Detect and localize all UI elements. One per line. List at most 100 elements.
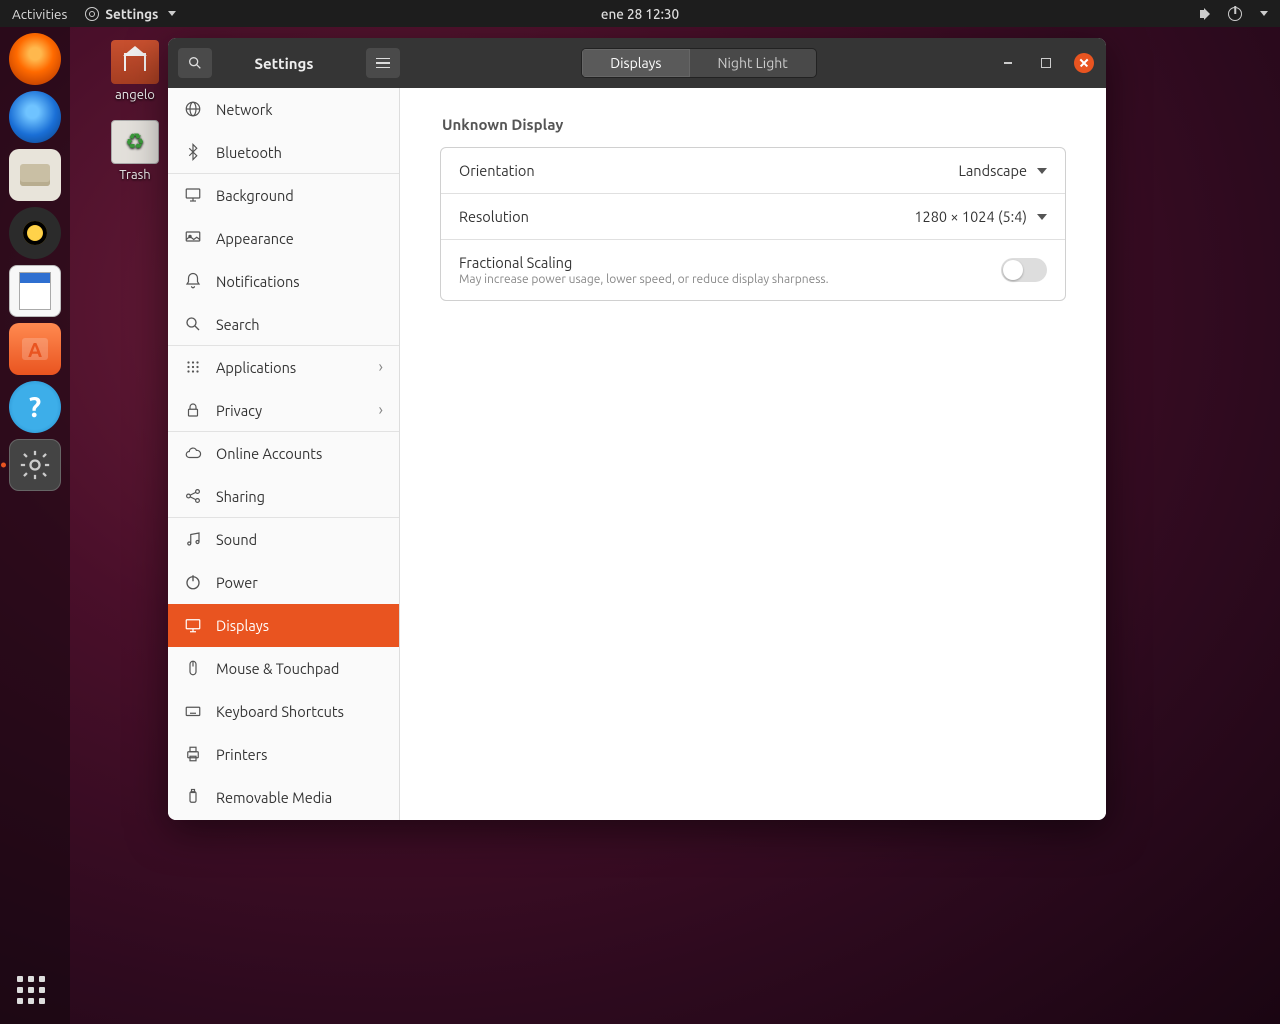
desktop-home-folder[interactable]: angelo [100,40,170,102]
sidebar-item-label: Background [216,187,294,204]
sidebar-item-label: Online Accounts [216,445,322,462]
sidebar-item-sound[interactable]: Sound [168,518,399,561]
sidebar-item-label: Notifications [216,273,300,290]
power-icon[interactable] [1228,7,1242,21]
music-icon [184,530,202,548]
desktop-trash-label: Trash [100,168,170,182]
sidebar-item-mouse[interactable]: Mouse & Touchpad [168,647,399,690]
dock-settings[interactable] [9,439,61,491]
dock-help[interactable] [9,381,61,433]
dock-libreoffice-writer[interactable] [9,265,61,317]
dock-software[interactable] [9,323,61,375]
desktop-home-label: angelo [100,88,170,102]
resolution-label: Resolution [459,208,529,225]
orientation-value: Landscape [958,162,1027,179]
share-icon [184,487,202,505]
chevron-down-icon [1037,214,1047,220]
bell-icon [184,272,202,290]
sidebar-item-privacy[interactable]: Privacy › [168,389,399,432]
top-bar: Activities Settings ene 28 12:30 [0,0,1280,27]
dock-rhythmbox[interactable] [9,207,61,259]
sidebar-item-label: Appearance [216,230,294,247]
fractional-scaling-toggle[interactable] [1001,258,1047,282]
search-icon [187,55,203,71]
gear-icon [18,448,52,482]
globe-icon [184,100,202,118]
dock-firefox[interactable] [9,33,61,85]
display-icon [184,616,202,634]
settings-sidebar: Network Bluetooth Background Appearance Noti… [168,88,400,820]
sidebar-item-label: Privacy [216,402,262,419]
fractional-scaling-sub: May increase power usage, lower speed, o… [459,273,829,286]
close-button[interactable] [1074,53,1094,73]
bluetooth-icon [184,143,202,161]
sidebar-item-background[interactable]: Background [168,174,399,217]
volume-icon[interactable] [1200,8,1214,20]
dock [0,27,70,1024]
power-icon [184,573,202,591]
sidebar-item-sharing[interactable]: Sharing [168,475,399,518]
sidebar-item-bluetooth[interactable]: Bluetooth [168,131,399,174]
sidebar-item-label: Removable Media [216,789,332,806]
search-button[interactable] [178,48,212,78]
keyboard-icon [184,702,202,720]
system-menu-chevron-icon[interactable] [1260,11,1268,16]
sidebar-item-label: Sound [216,531,257,548]
clock[interactable]: ene 28 12:30 [601,6,679,22]
tab-night-light[interactable]: Night Light [690,49,816,77]
tab-displays[interactable]: Displays [582,49,689,77]
trash-icon [111,120,159,164]
grid-icon [184,358,202,376]
app-menu-label: Settings [105,6,158,22]
sidebar-item-label: Keyboard Shortcuts [216,703,344,720]
sidebar-item-keyboard[interactable]: Keyboard Shortcuts [168,690,399,733]
search-icon [184,315,202,333]
app-menu[interactable]: Settings [85,6,176,22]
sidebar-item-label: Search [216,316,260,333]
sidebar-item-label: Displays [216,617,269,634]
window-title: Settings [212,55,356,72]
sidebar-item-search[interactable]: Search [168,303,399,346]
sidebar-item-label: Applications [216,359,296,376]
mouse-icon [184,659,202,677]
orientation-label: Orientation [459,162,535,179]
settings-content: Unknown Display Orientation Landscape Re… [400,88,1106,820]
desktop-trash[interactable]: Trash [100,120,170,182]
sidebar-item-appearance[interactable]: Appearance [168,217,399,260]
chevron-down-icon [1037,168,1047,174]
sidebar-item-printers[interactable]: Printers [168,733,399,776]
hamburger-menu-button[interactable] [366,48,400,78]
sidebar-item-network[interactable]: Network [168,88,399,131]
titlebar[interactable]: Settings Displays Night Light [168,38,1106,88]
chevron-right-icon: › [379,401,384,419]
dock-show-apps[interactable] [17,976,53,1012]
printer-icon [184,745,202,763]
minimize-button[interactable] [998,53,1018,73]
desktop-icon [184,186,202,204]
maximize-button[interactable] [1036,53,1056,73]
dock-files[interactable] [9,149,61,201]
chevron-down-icon [168,11,176,16]
activities-button[interactable]: Activities [12,6,67,22]
resolution-value: 1280 × 1024 (5:4) [914,208,1027,225]
chevron-right-icon: › [379,358,384,376]
sidebar-item-power[interactable]: Power [168,561,399,604]
resolution-row[interactable]: Resolution 1280 × 1024 (5:4) [441,194,1065,240]
sidebar-item-notifications[interactable]: Notifications [168,260,399,303]
fractional-scaling-row: Fractional Scaling May increase power us… [441,240,1065,300]
sidebar-item-label: Bluetooth [216,144,282,161]
sidebar-item-applications[interactable]: Applications › [168,346,399,389]
home-folder-icon [111,40,159,84]
sidebar-item-online[interactable]: Online Accounts [168,432,399,475]
display-panel: Orientation Landscape Resolution 1280 × … [440,147,1066,301]
gear-icon [85,7,99,21]
sidebar-item-label: Network [216,101,273,118]
dock-thunderbird[interactable] [9,91,61,143]
settings-window: Settings Displays Night Light Network Blu… [168,38,1106,820]
orientation-row[interactable]: Orientation Landscape [441,148,1065,194]
sidebar-item-displays[interactable]: Displays [168,604,399,647]
view-switcher: Displays Night Light [581,48,817,78]
cloud-icon [184,444,202,462]
sidebar-item-removable[interactable]: Removable Media [168,776,399,819]
sidebar-item-label: Printers [216,746,267,763]
